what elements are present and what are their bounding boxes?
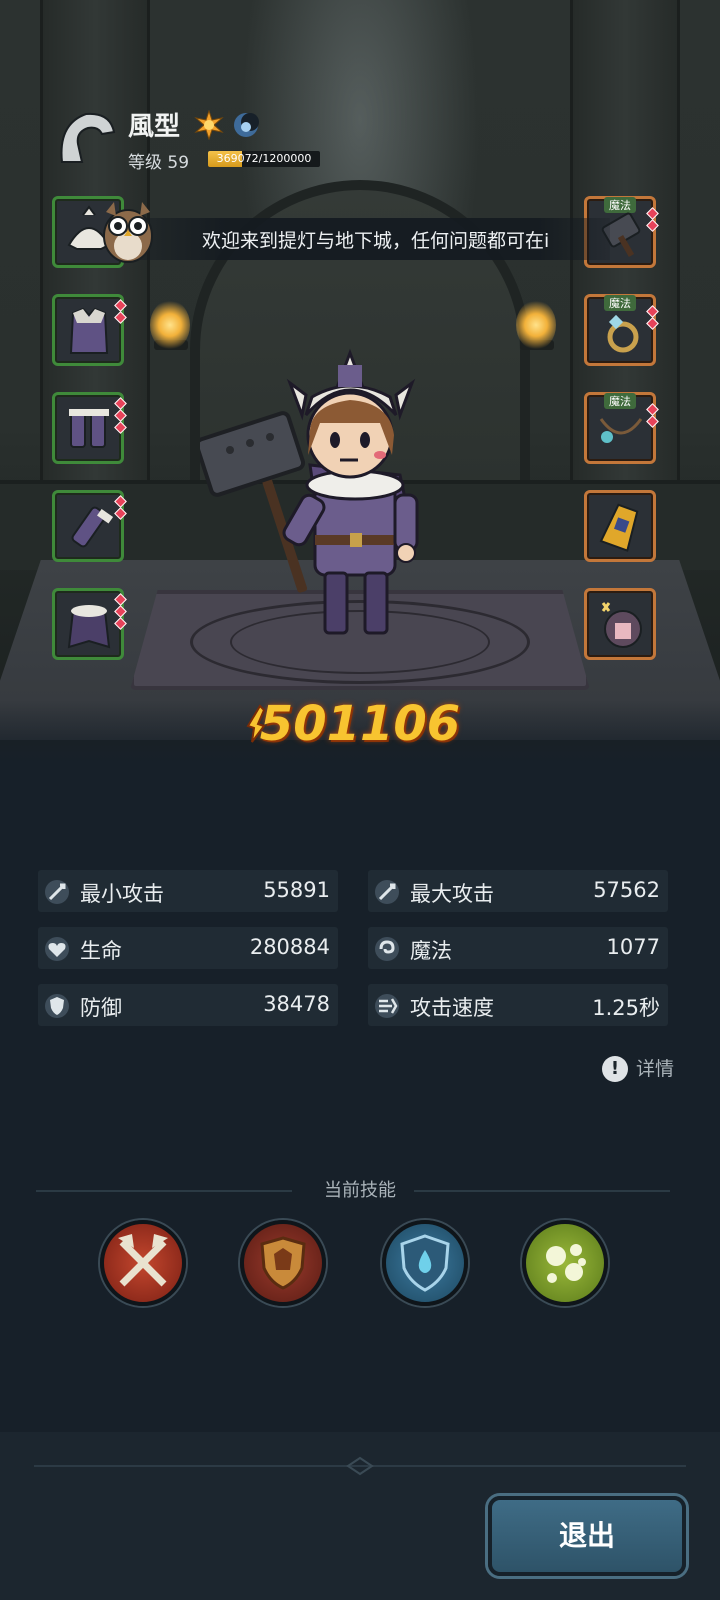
equip-slot-ring[interactable]: 魔法 [584, 294, 659, 366]
combat-power-value: 501106 [259, 696, 461, 752]
stat-value: 1.25秒 [592, 996, 660, 1020]
stat-max-attack: 最大攻击 57562 [368, 870, 668, 912]
cape-icon [67, 605, 111, 649]
xp-progress-text: 369072/1200000 [216, 152, 312, 165]
skill-crossed-axes[interactable] [100, 1220, 186, 1306]
moon-badge-icon[interactable] [232, 111, 260, 139]
equip-slot-armor[interactable] [52, 294, 127, 366]
speed-icon [375, 994, 399, 1018]
equip-slot-gloves[interactable] [52, 490, 127, 562]
skills-title: 当前技能 [324, 1180, 396, 1201]
shield-icon [45, 994, 69, 1018]
skill-water-shield[interactable] [382, 1220, 468, 1306]
stat-value: 1077 [606, 935, 660, 959]
xp-progress-bar: 369072/1200000 [208, 151, 320, 167]
stat-value: 57562 [593, 878, 660, 902]
stat-label: 防御 [80, 996, 122, 1020]
ring-icon [607, 314, 639, 353]
stat-label: 攻击速度 [410, 996, 494, 1020]
player-level: 等级 59 [128, 153, 190, 173]
torch-flame-icon [516, 300, 556, 350]
stat-defense: 防御 38478 [38, 984, 338, 1026]
bracer-icon [599, 503, 639, 552]
magic-swirl-icon [375, 937, 399, 961]
stat-hp: 生命 280884 [38, 927, 338, 969]
divider-ornament-icon [346, 1456, 374, 1476]
stat-label: 最小攻击 [80, 882, 164, 906]
boots-icon [69, 409, 109, 448]
stat-label: 生命 [80, 939, 122, 963]
stat-magic: 魔法 1077 [368, 927, 668, 969]
necklace-icon [599, 418, 643, 443]
equip-slot-pet[interactable] [584, 588, 656, 660]
sun-badge-icon[interactable] [194, 110, 224, 140]
heart-icon [45, 937, 69, 961]
owl-guide-icon[interactable] [96, 198, 160, 264]
info-icon[interactable]: ! [602, 1056, 628, 1082]
skill-crest-shield[interactable] [240, 1220, 326, 1306]
stat-attack-speed: 攻击速度 1.25秒 [368, 984, 668, 1026]
combat-power: 501106 [0, 696, 720, 752]
armor-icon [69, 307, 109, 354]
stone-pillar [570, 0, 680, 560]
spores-icon [546, 1244, 586, 1283]
power-sword-icon [246, 704, 266, 743]
stat-value: 38478 [263, 992, 330, 1016]
equip-slot-cape[interactable] [52, 588, 127, 660]
sword-icon [375, 880, 399, 904]
stat-min-attack: 最小攻击 55891 [38, 870, 338, 912]
gloves-icon [71, 506, 114, 548]
crest-shield-icon [260, 1236, 306, 1290]
stone-pillar [40, 0, 150, 560]
stat-value: 280884 [249, 935, 330, 959]
stat-label: 魔法 [410, 939, 452, 963]
equip-slot-bracer[interactable] [584, 490, 656, 562]
exit-button[interactable]: 退出 [488, 1496, 686, 1576]
stat-label: 最大攻击 [410, 882, 494, 906]
player-name: 風型 [128, 112, 181, 142]
torch-flame-icon [150, 300, 190, 350]
skill-spores[interactable] [522, 1220, 608, 1306]
system-notice-banner[interactable]: 欢迎来到提灯与地下城，任何问题都可在i [130, 218, 610, 260]
equip-slot-necklace[interactable]: 魔法 [584, 392, 659, 464]
water-shield-icon [400, 1234, 450, 1292]
crossed-axes-icon [118, 1234, 168, 1287]
sword-icon [45, 880, 69, 904]
stat-value: 55891 [263, 878, 330, 902]
hero-character[interactable] [200, 345, 440, 645]
details-link[interactable]: 详情 [636, 1054, 674, 1081]
class-avatar-icon[interactable] [54, 104, 118, 168]
equip-slot-boots[interactable] [52, 392, 127, 464]
system-notice-text: 欢迎来到提灯与地下城，任何问题都可在i [202, 230, 550, 252]
pet-orb-icon [601, 602, 642, 648]
